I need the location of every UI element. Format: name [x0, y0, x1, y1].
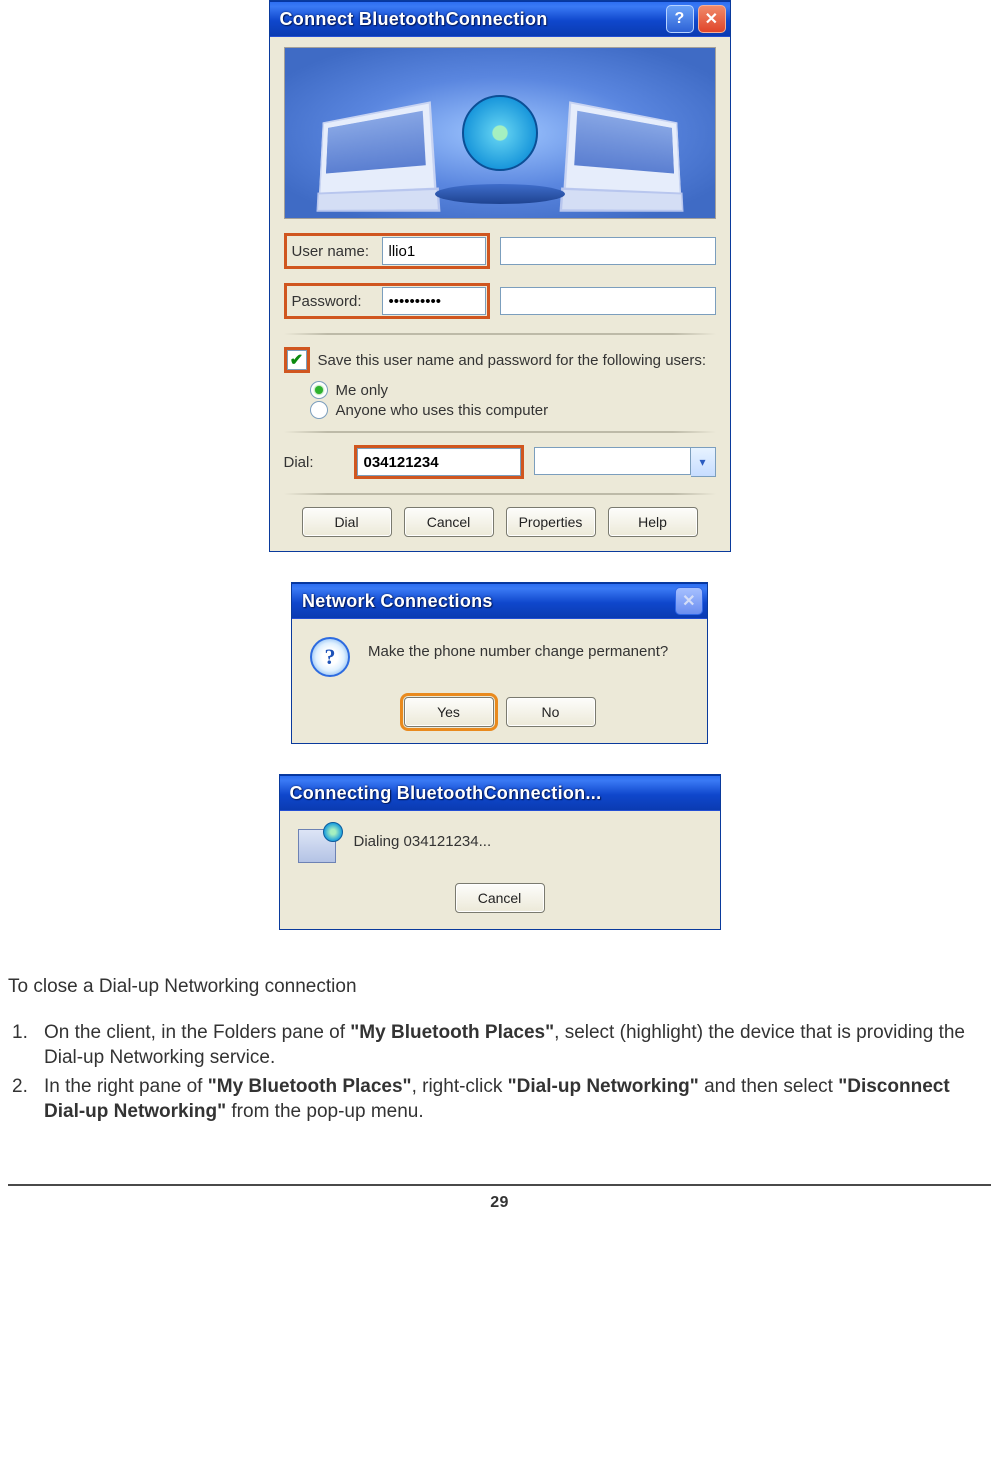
- dial-field-ext[interactable]: [534, 447, 691, 475]
- chevron-down-icon[interactable]: ▾: [691, 447, 716, 477]
- radio-me-only[interactable]: [310, 381, 328, 399]
- radio-me-only-label: Me only: [336, 382, 389, 399]
- radio-anyone-label: Anyone who uses this computer: [336, 402, 549, 419]
- no-button[interactable]: No: [506, 697, 596, 727]
- password-field-ext[interactable]: [500, 287, 716, 315]
- close-icon: ✕: [675, 587, 703, 615]
- properties-button[interactable]: Properties: [506, 507, 596, 537]
- cancel-button[interactable]: Cancel: [455, 883, 545, 913]
- save-credentials-checkbox[interactable]: ✔: [287, 350, 307, 370]
- step-1: On the client, in the Folders pane of "M…: [8, 1020, 991, 1070]
- username-field[interactable]: [382, 237, 486, 265]
- step-2: In the right pane of "My Bluetooth Place…: [8, 1074, 991, 1124]
- section-heading: To close a Dial-up Networking connection: [8, 976, 991, 998]
- status-text: Dialing 034121234...: [354, 829, 702, 863]
- cancel-button[interactable]: Cancel: [404, 507, 494, 537]
- titlebar[interactable]: Connecting BluetoothConnection...: [280, 775, 720, 811]
- page-number: 29: [8, 1194, 991, 1212]
- dialog-connecting: Connecting BluetoothConnection... Dialin…: [279, 774, 721, 930]
- titlebar[interactable]: Network Connections ✕: [292, 583, 707, 619]
- dialog-title: Network Connections: [302, 591, 675, 612]
- help-button[interactable]: Help: [608, 507, 698, 537]
- titlebar[interactable]: Connect BluetoothConnection ? ✕: [270, 1, 730, 37]
- dialog-title: Connect BluetoothConnection: [280, 9, 666, 30]
- yes-button[interactable]: Yes: [404, 697, 494, 727]
- modem-icon: [298, 829, 336, 863]
- password-label: Password:: [288, 289, 382, 314]
- dialog-network-connections: Network Connections ✕ ? Make the phone n…: [291, 582, 708, 744]
- page-rule: [8, 1184, 991, 1186]
- password-field[interactable]: [382, 287, 486, 315]
- dial-field[interactable]: [357, 448, 521, 476]
- question-icon: ?: [310, 637, 350, 677]
- connection-graphic: [284, 47, 716, 219]
- dial-button[interactable]: Dial: [302, 507, 392, 537]
- message-text: Make the phone number change permanent?: [368, 637, 689, 677]
- dialog-connect-bluetooth: Connect BluetoothConnection ? ✕ User nam…: [269, 0, 731, 552]
- laptop-icon: [318, 101, 436, 196]
- help-icon[interactable]: ?: [666, 5, 694, 33]
- save-credentials-label: Save this user name and password for the…: [318, 352, 707, 369]
- laptop-icon: [563, 101, 681, 196]
- username-label: User name:: [288, 239, 382, 264]
- dialog-title: Connecting BluetoothConnection...: [290, 783, 716, 804]
- username-field-ext[interactable]: [500, 237, 716, 265]
- radio-anyone[interactable]: [310, 401, 328, 419]
- close-icon[interactable]: ✕: [698, 5, 726, 33]
- globe-icon: [462, 95, 538, 171]
- dial-label: Dial:: [284, 454, 344, 471]
